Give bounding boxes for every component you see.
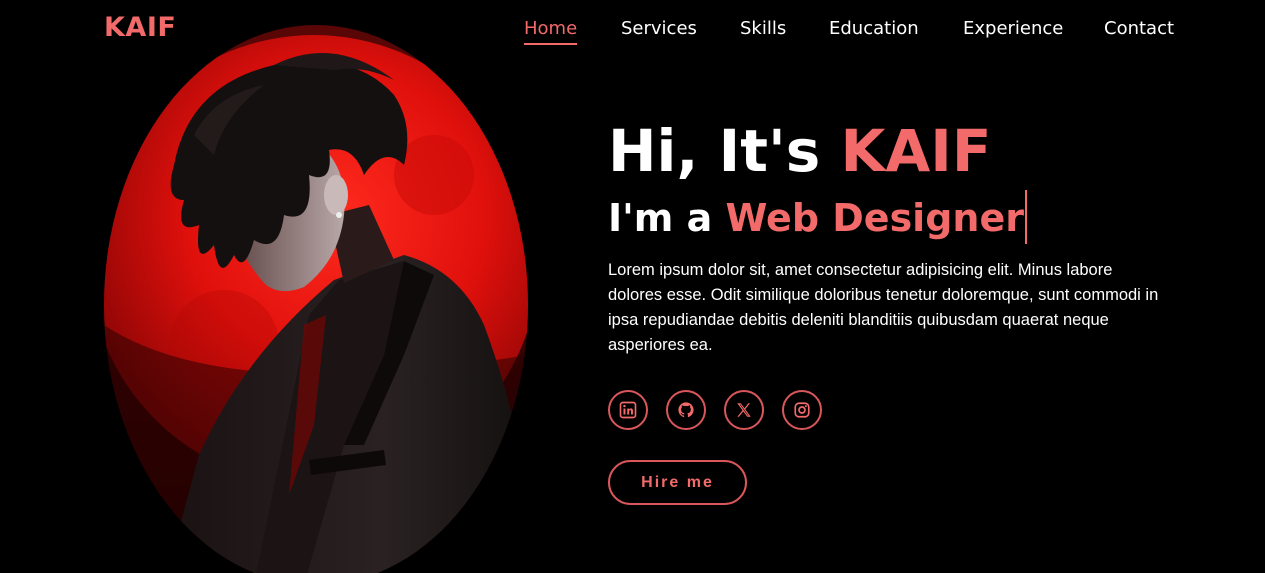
hero-name: KAIF (840, 117, 992, 185)
x-icon (737, 403, 751, 417)
linkedin-link[interactable] (608, 390, 648, 430)
nav-item-services[interactable]: Services (621, 18, 697, 39)
instagram-icon (794, 402, 810, 418)
role-title: Web Designer (725, 196, 1024, 240)
portrait-image (104, 25, 528, 573)
nav-item-home[interactable]: Home (524, 18, 578, 45)
nav-item-contact[interactable]: Contact (1104, 18, 1174, 39)
instagram-link[interactable] (782, 390, 822, 430)
hire-me-button[interactable]: Hire me (608, 460, 747, 505)
nav-item-education[interactable]: Education (829, 18, 919, 39)
role-prefix: I'm a (608, 196, 713, 240)
github-icon (678, 402, 694, 418)
x-link[interactable] (724, 390, 764, 430)
linkedin-icon (619, 401, 637, 419)
nav-item-experience[interactable]: Experience (963, 18, 1063, 39)
greeting-prefix: Hi, It's (608, 117, 821, 185)
nav-item-skills[interactable]: Skills (740, 18, 786, 39)
hero-greeting: Hi, It's KAIF (608, 112, 1208, 190)
page: KAIF Home Services Skills Education Expe… (0, 0, 1265, 573)
github-link[interactable] (666, 390, 706, 430)
hero-section: Hi, It's KAIF I'm a Web Designer Lorem i… (608, 112, 1208, 358)
typing-caret (1024, 189, 1027, 244)
portrait-illustration (104, 25, 528, 573)
main-nav: Home Services Skills Education Experienc… (0, 18, 1265, 48)
hero-role: I'm a Web Designer (608, 189, 1208, 248)
hero-bio: Lorem ipsum dolor sit, amet consectetur … (608, 260, 1159, 354)
